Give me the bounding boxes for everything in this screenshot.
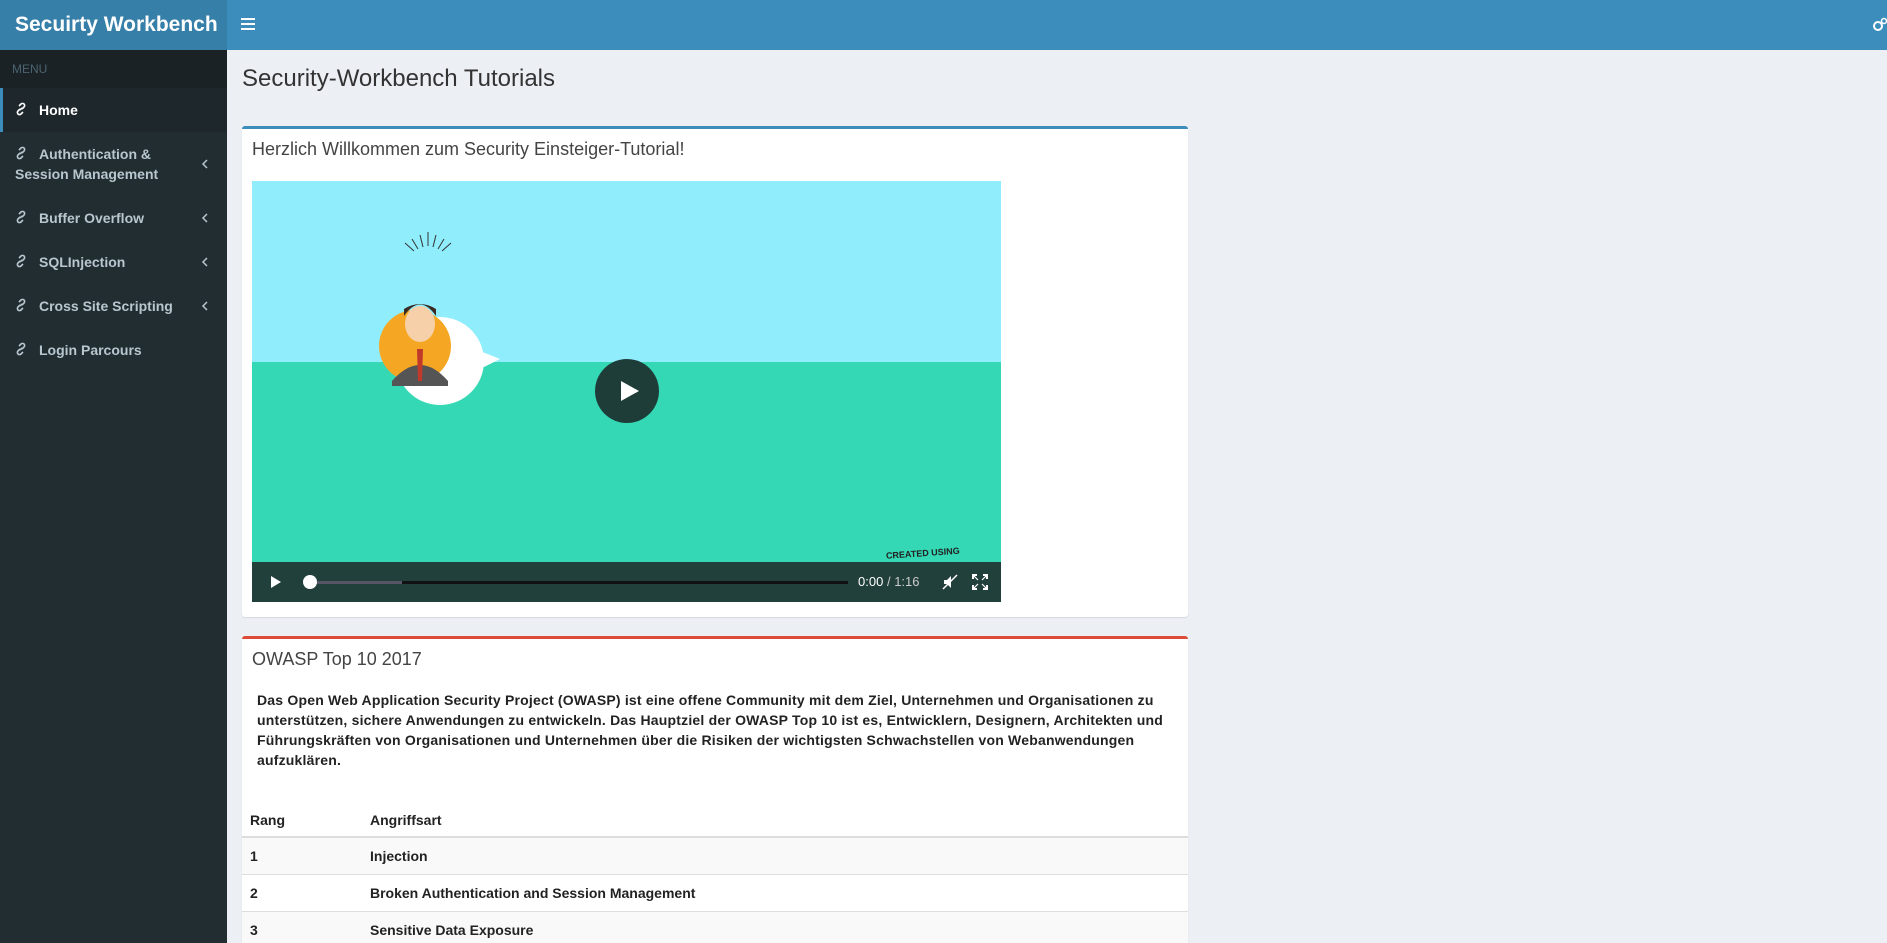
owasp-description: Das Open Web Application Security Projec…	[257, 692, 1164, 768]
chevron-left-icon	[201, 213, 208, 223]
sidebar-item-label: SQLInjection	[39, 254, 126, 270]
video-time: 0:00 / 1:16	[858, 574, 920, 589]
link-icon	[16, 210, 26, 224]
duration: 1:16	[894, 574, 920, 589]
video-player[interactable]: CREATED USING PowToon 0:00 / 1:16	[252, 181, 1001, 602]
rank-cell: 1	[242, 836, 362, 874]
table-row: 3 Sensitive Data Exposure	[242, 910, 1188, 943]
sidebar-item-label: Buffer Overflow	[39, 210, 145, 226]
link-icon	[16, 102, 26, 116]
table-row: 2 Broken Authentication and Session Mana…	[242, 873, 1188, 911]
link-icon	[16, 254, 26, 268]
fullscreen-icon[interactable]	[971, 573, 989, 591]
sidebar-item-sqlinjection[interactable]: SQLInjection	[0, 240, 227, 284]
sidebar: MENU Home Authentication & Session Manag…	[0, 50, 227, 943]
page-title: Security-Workbench Tutorials	[242, 65, 556, 92]
column-header-rank: Rang	[242, 804, 362, 838]
column-header-attack: Angriffsart	[362, 804, 1188, 838]
play-icon	[621, 381, 639, 401]
sidebar-item-buffer-overflow[interactable]: Buffer Overflow	[0, 196, 227, 240]
gears-icon[interactable]	[1873, 17, 1887, 33]
rank-cell: 3	[242, 910, 362, 943]
sidebar-item-label: Home	[39, 102, 78, 118]
progress-knob[interactable]	[303, 575, 317, 589]
current-time: 0:00	[858, 574, 884, 589]
link-icon	[16, 146, 26, 160]
sidebar-item-label: Cross Site Scripting	[39, 298, 173, 314]
link-icon	[16, 298, 26, 312]
owasp-table: Rang Angriffsart 1 Injection 2 Broken Au…	[242, 804, 1188, 943]
sidebar-item-label: Login Parcours	[39, 342, 142, 358]
sidebar-item-label: Authentication &	[39, 146, 151, 162]
hamburger-menu-icon[interactable]	[241, 18, 255, 30]
volume-muted-icon[interactable]	[941, 573, 959, 591]
play-button[interactable]	[595, 359, 659, 423]
rank-cell: 2	[242, 873, 362, 911]
sidebar-item-authentication[interactable]: Authentication & Session Management	[0, 132, 227, 196]
app-brand[interactable]: Secuirty Workbench	[0, 0, 227, 50]
video-progress-bar[interactable]	[303, 575, 848, 589]
chevron-left-icon	[201, 257, 208, 267]
chevron-left-icon	[201, 301, 208, 311]
sidebar-item-label-line2: Session Management	[15, 166, 159, 182]
owasp-box-title: OWASP Top 10 2017	[252, 649, 422, 669]
video-box-title: Herzlich Willkommen zum Security Einstei…	[252, 139, 685, 159]
buffered-bar	[304, 581, 402, 584]
sidebar-item-login-parcours[interactable]: Login Parcours	[0, 328, 227, 372]
table-row: 1 Injection	[242, 836, 1188, 874]
owasp-box: OWASP Top 10 2017 Das Open Web Applicati…	[242, 636, 1188, 943]
play-icon[interactable]	[266, 573, 284, 591]
sidebar-item-home[interactable]: Home	[0, 88, 227, 132]
attack-cell: Sensitive Data Exposure	[362, 910, 1188, 943]
video-box: Herzlich Willkommen zum Security Einstei…	[242, 126, 1188, 617]
link-icon	[16, 342, 26, 356]
chevron-left-icon	[201, 159, 208, 169]
menu-header: MENU	[0, 50, 227, 88]
sidebar-item-xss[interactable]: Cross Site Scripting	[0, 284, 227, 328]
time-separator: /	[886, 574, 891, 589]
video-controls: 0:00 / 1:16	[252, 562, 1001, 602]
top-navbar	[227, 0, 1887, 50]
attack-cell: Broken Authentication and Session Manage…	[362, 873, 1188, 911]
attack-cell: Injection	[362, 836, 1188, 874]
